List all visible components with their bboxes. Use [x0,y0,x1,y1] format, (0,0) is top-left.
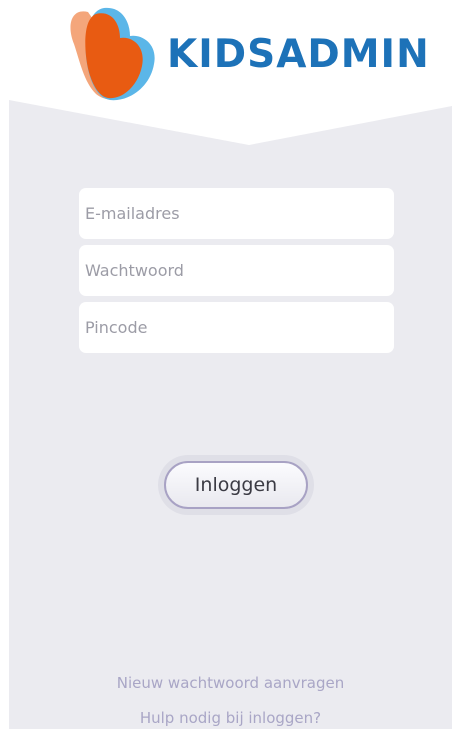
login-button[interactable]: Inloggen [164,461,308,509]
brand-name: KIDSADMIN [167,32,430,77]
pincode-input[interactable] [79,302,394,353]
app-logo: KIDSADMIN [70,6,429,102]
butterfly-logo-icon [70,7,155,101]
login-help-link[interactable]: Hulp nodig bij inloggen? [9,709,452,727]
email-input[interactable] [79,188,394,239]
password-input[interactable] [79,245,394,296]
reset-password-link[interactable]: Nieuw wachtwoord aanvragen [9,674,452,692]
